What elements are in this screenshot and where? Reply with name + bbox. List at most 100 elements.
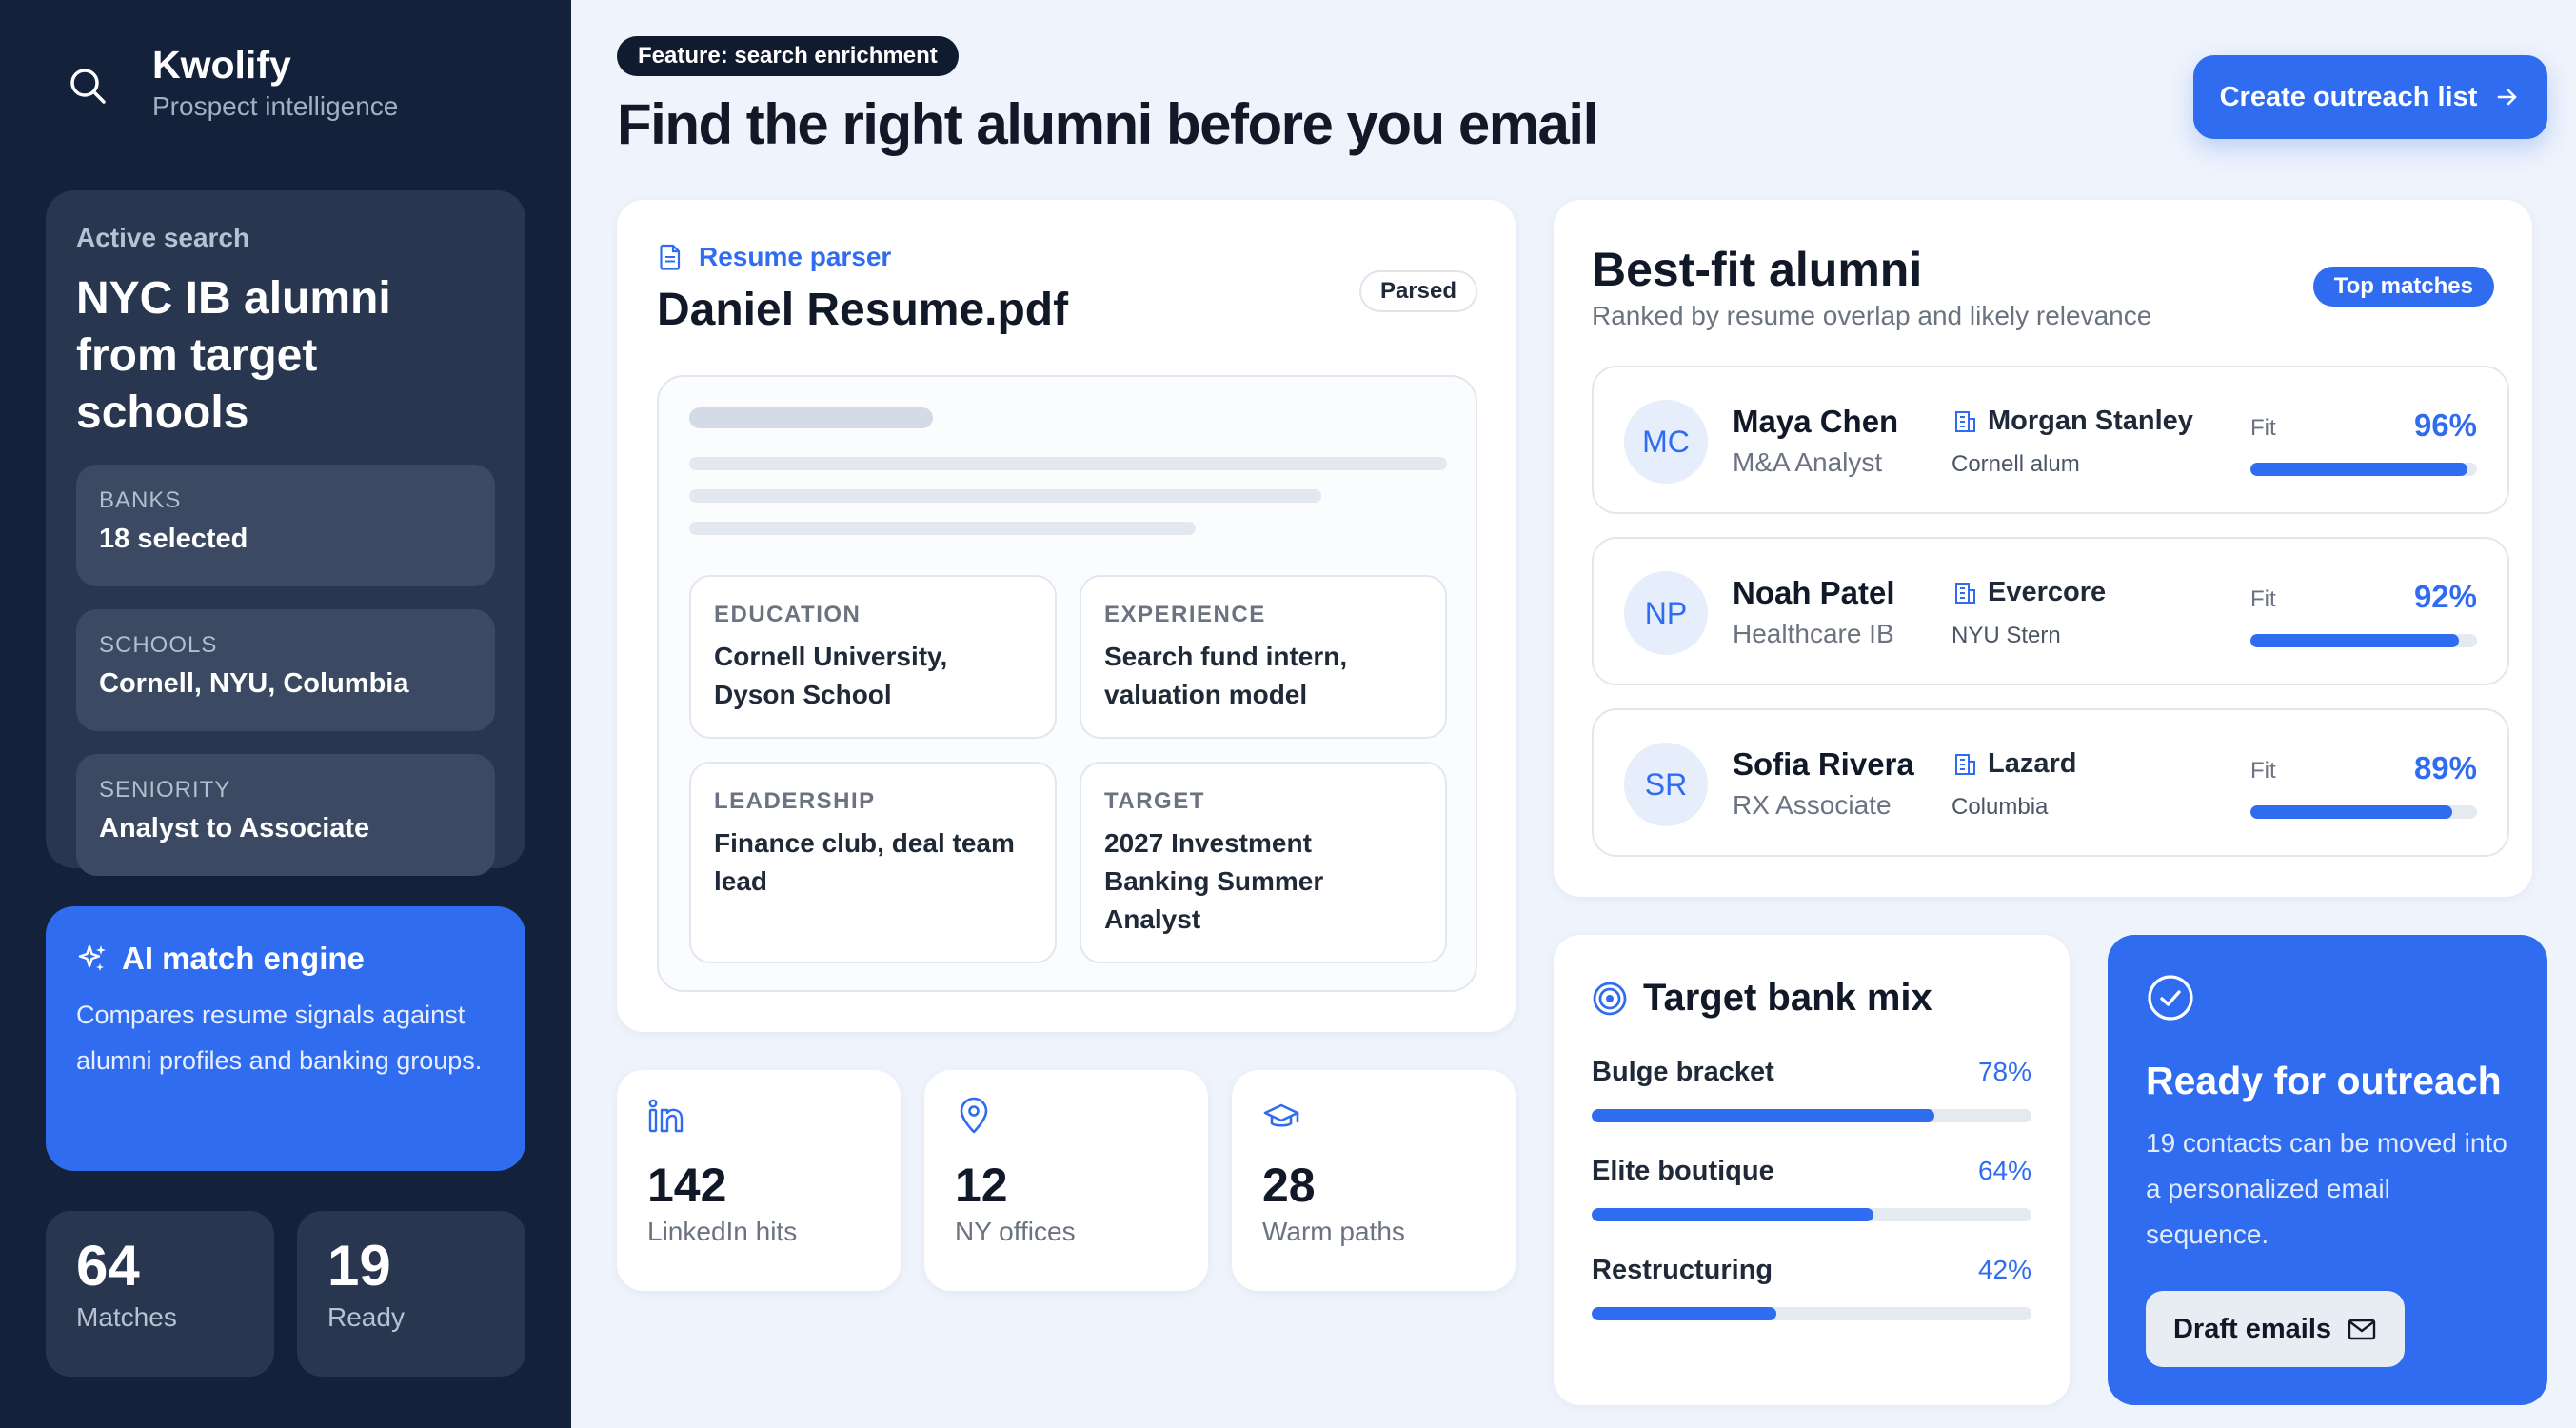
active-search-title: NYC IB alumni from target schools [76,273,391,438]
field-value: 2027 Investment Banking Summer Analyst [1104,828,1324,934]
target-icon [1592,981,1628,1017]
sparkles-icon [76,942,109,975]
alumni-firm: Lazard [1988,748,2077,779]
outreach-description: 19 contacts can be moved into a personal… [2146,1128,2507,1249]
stat-label: LinkedIn hits [647,1217,798,1246]
document-icon [657,243,684,271]
filter-schools[interactable]: SCHOOLS Cornell, NYU, Columbia [76,609,495,731]
resume-field-education: EDUCATION Cornell University, Dyson Scho… [689,575,1057,739]
bank-mix-bar-fill [1592,1109,1935,1122]
fit-bar-fill [2250,463,2468,476]
top-matches-badge[interactable]: Top matches [2312,267,2494,307]
bank-mix-bar [1592,1109,2031,1122]
resume-field-experience: EXPERIENCE Search fund intern, valuation… [1080,575,1447,739]
resume-parser-card: Resume parser Daniel Resume.pdf Parsed E… [617,200,1516,1032]
alumni-row[interactable]: MC Maya Chen M&A Analyst Morgan Stanley … [1592,366,2509,514]
stat-label: Warm paths [1262,1217,1405,1246]
bank-mix-bar-fill [1592,1208,1873,1221]
cta-label: Create outreach list [2219,81,2478,112]
avatar: NP [1624,571,1708,655]
fit-bar [2250,805,2477,819]
alumni-role: RX Associate [1733,790,1892,820]
search-icon[interactable] [67,65,109,107]
alumni-row[interactable]: NP Noah Patel Healthcare IB Evercore NYU… [1592,537,2509,685]
stat-label: Ready [327,1302,405,1332]
alumni-school: NYU Stern [1952,623,2061,648]
skeleton-line [689,522,1196,535]
best-fit-alumni-card: Best-fit alumni Ranked by resume overlap… [1554,200,2532,897]
bank-mix-percentage: 42% [1977,1255,2031,1284]
stat-value: 28 [1262,1159,1316,1212]
alumni-firm: Evercore [1988,577,2107,607]
sidebar: Kwolify Prospect intelligence Active sea… [0,0,571,1428]
outreach-title: Ready for outreach [2146,1059,2502,1102]
brand-tagline: Prospect intelligence [152,91,399,121]
alumni-role: M&A Analyst [1733,447,1883,477]
alumni-subtitle: Ranked by resume overlap and likely rele… [1592,301,2152,330]
field-value: Finance club, deal team lead [714,828,1015,896]
stat-ready: 19 Ready [297,1211,525,1377]
stat-label: NY offices [955,1217,1076,1246]
stat-matches: 64 Matches [46,1211,274,1377]
fit-bar [2250,463,2477,476]
brand: Kwolify Prospect intelligence [67,42,398,122]
bank-mix-row: Elite boutique 64% [1592,1156,2031,1221]
page-title: Find the right alumni before you email [617,92,1598,156]
avatar: MC [1624,400,1708,484]
linkedin-icon [647,1097,870,1135]
fit-percentage: 96% [2413,407,2477,443]
active-search-card: Active search NYC IB alumni from target … [46,190,525,876]
stat-value: 19 [327,1234,391,1298]
building-icon [1952,408,1978,435]
skeleton-heading [689,407,933,428]
brand-name: Kwolify [152,43,291,87]
fit-label: Fit [2250,415,2276,441]
resume-field-leadership: LEADERSHIP Finance club, deal team lead [689,762,1057,963]
alumni-title: Best-fit alumni [1592,243,1923,296]
filter-value: Analyst to Associate [99,813,370,843]
alumni-role: Healthcare IB [1733,619,1894,648]
check-circle-icon [2146,973,2509,1022]
ready-for-outreach-card: Ready for outreach 19 contacts can be mo… [2108,935,2547,1405]
resume-parser-label: Resume parser [699,242,892,271]
stat-value: 12 [955,1159,1008,1212]
bank-mix-bar [1592,1208,2031,1221]
filter-label: SENIORITY [99,777,231,803]
alumni-school: Columbia [1952,794,2049,820]
skeleton-line [689,457,1447,470]
filter-banks[interactable]: BANKS 18 selected [76,465,495,586]
avatar: SR [1624,743,1708,826]
filter-seniority[interactable]: SENIORITY Analyst to Associate [76,754,495,876]
map-pin-icon [955,1097,1178,1135]
bank-mix-row: Restructuring 42% [1592,1255,2031,1320]
stat-linkedin-hits: 142 LinkedIn hits [617,1070,901,1291]
ai-match-engine-card: AI match engine Compares resume signals … [46,906,525,1171]
filter-value: 18 selected [99,524,248,554]
resume-field-target: TARGET 2027 Investment Banking Summer An… [1080,762,1447,963]
field-label: TARGET [1104,788,1205,814]
field-label: LEADERSHIP [714,788,876,814]
skeleton-line [689,489,1321,503]
filter-label: SCHOOLS [99,632,218,658]
draft-emails-label: Draft emails [2172,1313,2331,1344]
draft-emails-button[interactable]: Draft emails [2146,1291,2405,1367]
fit-bar-fill [2250,805,2452,819]
bank-mix-row: Bulge bracket 78% [1592,1057,2031,1122]
field-value: Cornell University, Dyson School [714,642,948,709]
field-value: Search fund intern, valuation model [1104,642,1348,709]
alumni-row[interactable]: SR Sofia Rivera RX Associate Lazard Colu… [1592,708,2509,857]
bank-mix-percentage: 64% [1977,1156,2031,1185]
alumni-name: Maya Chen [1733,404,1899,439]
active-search-label: Active search [76,223,250,252]
bank-mix-title: Target bank mix [1643,977,1932,1019]
create-outreach-list-button[interactable]: Create outreach list [2193,55,2547,139]
building-icon [1952,580,1978,606]
bank-mix-name: Elite boutique [1592,1156,1774,1186]
stat-warm-paths: 28 Warm paths [1232,1070,1516,1291]
ai-engine-title: AI match engine [122,941,365,976]
fit-percentage: 92% [2413,579,2477,614]
resume-file-name: Daniel Resume.pdf [657,285,1069,335]
bank-mix-name: Restructuring [1592,1255,1773,1285]
fit-label: Fit [2250,758,2276,783]
target-bank-mix-card: Target bank mix Bulge bracket 78% Elite … [1554,935,2070,1405]
